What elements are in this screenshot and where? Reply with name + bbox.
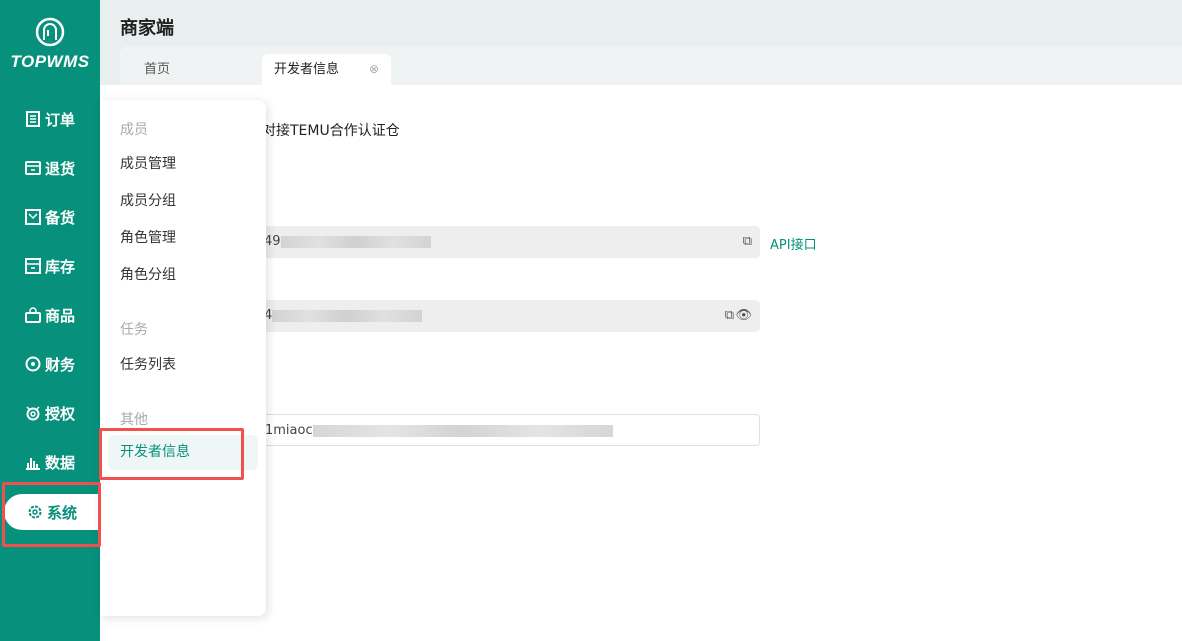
content-title: 对接TEMU合作认证仓 (262, 123, 400, 139)
masked-value (272, 309, 423, 322)
copy-icon[interactable]: ⧉ (743, 226, 752, 258)
nav-label: 订单 (44, 110, 75, 129)
brand-name: TOPWMS (10, 52, 90, 71)
menu-member-management[interactable]: 成员管理 (120, 153, 176, 173)
header: 商家端 首页 开发者信息 ⊗ (100, 0, 1182, 85)
nav-item-finance[interactable]: 财务 (0, 346, 100, 382)
nav-item-auth[interactable]: 授权 (0, 395, 100, 431)
stock-icon (24, 209, 41, 225)
api-docs-link[interactable]: API接口 (770, 234, 817, 253)
menu-role-groups[interactable]: 角色分组 (120, 264, 176, 284)
finance-icon (25, 356, 41, 372)
callback-url-input[interactable]: 1miaoc (240, 414, 760, 446)
menu-role-management[interactable]: 角色管理 (120, 227, 176, 247)
nav-label: 财务 (44, 355, 75, 374)
nav-item-returns[interactable]: 退货 (0, 150, 100, 186)
tab-home[interactable]: 首页 (144, 54, 170, 85)
nav-item-data[interactable]: 数据 (0, 444, 100, 480)
app-secret-field[interactable]: 4 ⧉ 👁 (240, 300, 760, 332)
nav-label: 退货 (44, 159, 75, 178)
masked-value (312, 424, 613, 437)
field-value: 49 (264, 234, 281, 249)
group-members: 成员 (120, 122, 148, 138)
highlight-box-system (2, 482, 101, 547)
tab-label: 开发者信息 (274, 62, 340, 77)
goods-icon (24, 307, 41, 323)
nav-item-stocking[interactable]: 备货 (0, 199, 100, 235)
auth-icon (25, 405, 41, 421)
copy-icon[interactable]: ⧉ (725, 300, 734, 332)
nav-label: 库存 (44, 257, 75, 276)
masked-value (280, 235, 431, 248)
nav-label: 备货 (44, 208, 75, 227)
tab-bar: 首页 开发者信息 ⊗ (120, 46, 1182, 85)
nav-item-inventory[interactable]: 库存 (0, 248, 100, 284)
group-tasks: 任务 (120, 322, 148, 338)
nav-item-orders[interactable]: 订单 (0, 101, 100, 137)
data-icon (25, 454, 41, 470)
logo[interactable]: TOPWMS (0, 16, 100, 72)
system-submenu: 成员 成员管理 成员分组 角色管理 角色分组 任务 任务列表 其他 开发者信息 (100, 100, 266, 616)
highlight-box-developer-info (99, 428, 244, 480)
menu-task-list[interactable]: 任务列表 (120, 354, 176, 374)
eye-icon[interactable]: 👁 (735, 300, 752, 332)
app-key-field[interactable]: 49 ⧉ (240, 226, 760, 258)
inventory-icon (24, 258, 41, 274)
nav-label: 商品 (44, 306, 75, 325)
group-other: 其他 (120, 412, 148, 428)
return-icon (24, 160, 41, 176)
close-icon[interactable]: ⊗ (369, 54, 379, 85)
elephant-logo-icon (35, 17, 65, 47)
nav-label: 数据 (44, 453, 75, 472)
menu-member-groups[interactable]: 成员分组 (120, 190, 176, 210)
page-title: 商家端 (120, 18, 174, 39)
nav-item-goods[interactable]: 商品 (0, 297, 100, 333)
tab-developer-info[interactable]: 开发者信息 ⊗ (262, 54, 391, 85)
order-icon (25, 111, 41, 127)
field-value: 1miaoc (265, 423, 313, 438)
nav-label: 授权 (44, 404, 75, 423)
